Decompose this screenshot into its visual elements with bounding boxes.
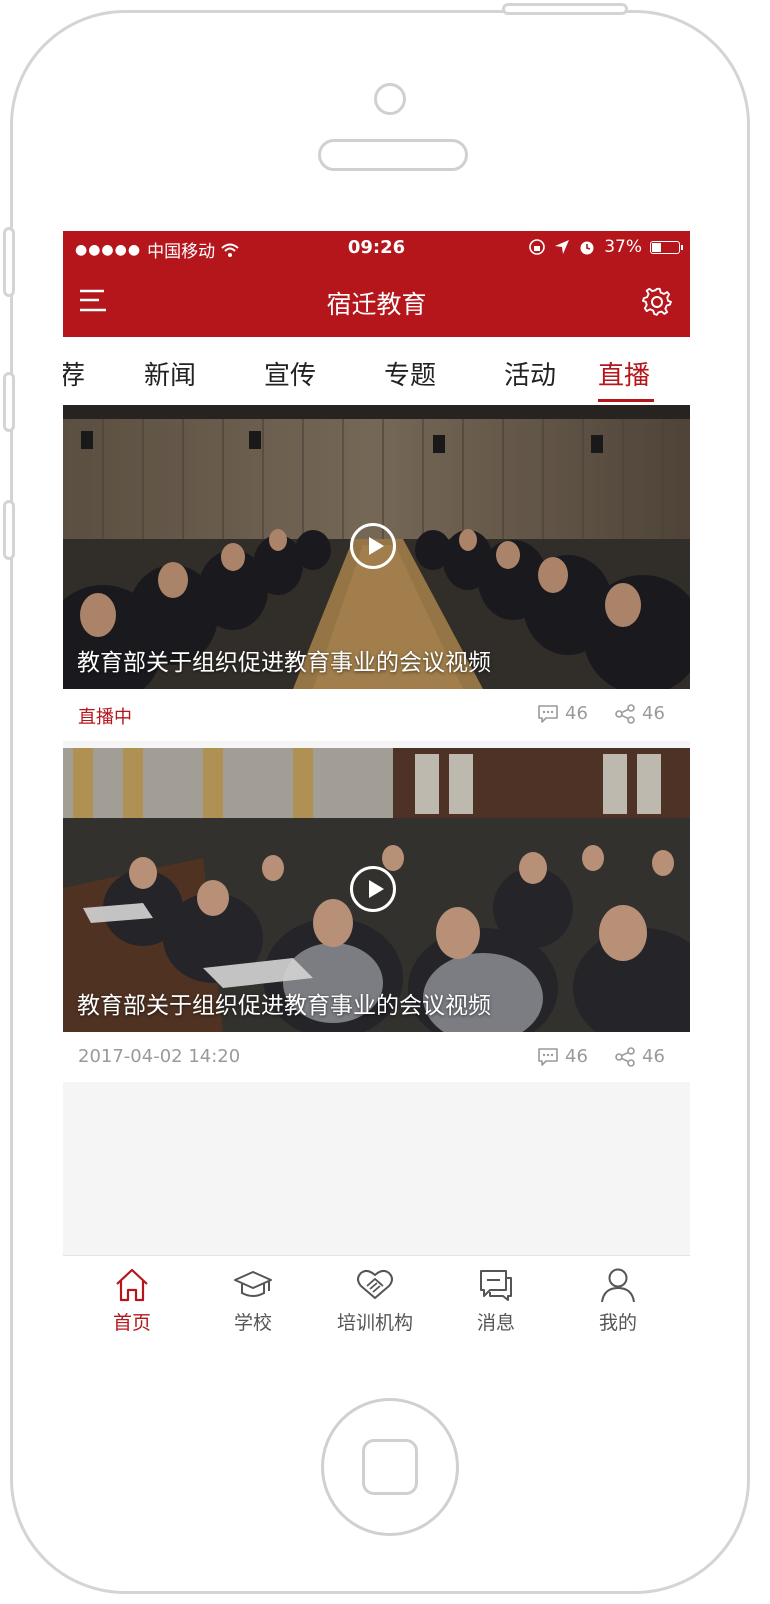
play-icon[interactable] [350,866,396,912]
location-arrow-icon [555,240,570,254]
graduation-cap-icon [234,1271,272,1297]
chat-bubbles-icon [480,1270,512,1301]
nav-profile[interactable]: 我的 [558,1266,678,1335]
video-card[interactable]: 教育部关于组织促进教育事业的会议视频 2017-04-02 14:20 46 4… [63,748,690,1082]
comment-count-value: 46 [565,703,588,724]
home-button[interactable] [321,1398,459,1536]
earpiece-speaker [318,139,468,171]
share-count-value: 46 [642,703,665,724]
handshake-icon [357,1269,393,1299]
home-button-square [362,1439,418,1495]
video-thumbnail[interactable]: 教育部关于组织促进教育事业的会议视频 [63,405,690,689]
tab-live[interactable]: 直播 [598,355,650,392]
volume-up-button [3,372,15,432]
share-count-value: 46 [642,1046,665,1067]
rotation-lock-icon [529,239,546,255]
nav-training[interactable]: 培训机构 [315,1266,435,1335]
video-title: 教育部关于组织促进教育事业的会议视频 [77,993,491,1019]
nav-profile-label: 我的 [598,1312,637,1334]
alarm-clock-icon [580,241,594,255]
tab-promotion[interactable]: 宣传 [264,355,316,392]
user-icon [601,1268,635,1303]
power-button [502,3,628,15]
play-icon[interactable] [350,523,396,569]
nav-schools[interactable]: 学校 [193,1266,313,1335]
video-meta: 直播中 46 46 [63,689,690,741]
active-tab-indicator [598,399,654,402]
tab-topics[interactable]: 专题 [384,355,436,392]
share-count[interactable]: 46 [614,1046,665,1067]
tab-news[interactable]: 新闻 [144,355,196,392]
tab-recommended[interactable]: 荐 [63,355,85,392]
comment-icon [538,1047,558,1066]
page-title: 宿迁教育 [326,290,427,319]
video-meta: 2017-04-02 14:20 46 46 [63,1032,690,1084]
live-status-label: 直播中 [78,707,132,728]
nav-schools-label: 学校 [233,1312,272,1334]
bottom-tab-bar: 首页 学校 培训机构 消息 我的 [63,1255,690,1343]
comment-count-value: 46 [565,1046,588,1067]
settings-gear-icon[interactable] [642,287,672,317]
status-bar: ●●●●● 中国移动 09:26 37% [63,231,690,265]
video-title: 教育部关于组织促进教育事业的会议视频 [77,650,491,676]
app-screen: ●●●●● 中国移动 09:26 37% 宿迁教育 荐 新闻 宣传 专题 活动 … [63,231,690,1343]
nav-home[interactable]: 首页 [72,1266,192,1335]
share-count[interactable]: 46 [614,703,665,724]
battery-icon [650,240,683,254]
nav-training-label: 培训机构 [336,1312,413,1334]
battery-percent: 37% [604,237,642,257]
category-tabs: 荐 新闻 宣传 专题 活动 直播 [63,337,690,405]
comment-count[interactable]: 46 [537,703,588,724]
volume-down-button [3,500,15,560]
mute-switch [3,227,15,297]
nav-messages[interactable]: 消息 [436,1266,556,1335]
share-icon [615,703,635,724]
front-camera [374,83,406,115]
video-date: 2017-04-02 14:20 [78,1046,241,1067]
nav-home-label: 首页 [112,1312,151,1334]
video-thumbnail[interactable]: 教育部关于组织促进教育事业的会议视频 [63,748,690,1032]
app-header: 宿迁教育 [63,265,690,337]
tab-events[interactable]: 活动 [504,355,556,392]
nav-messages-label: 消息 [476,1312,515,1334]
share-icon [615,1046,635,1067]
video-card[interactable]: 教育部关于组织促进教育事业的会议视频 直播中 46 46 [63,405,690,741]
home-icon [116,1268,148,1302]
comment-icon [538,704,558,723]
comment-count[interactable]: 46 [537,1046,588,1067]
